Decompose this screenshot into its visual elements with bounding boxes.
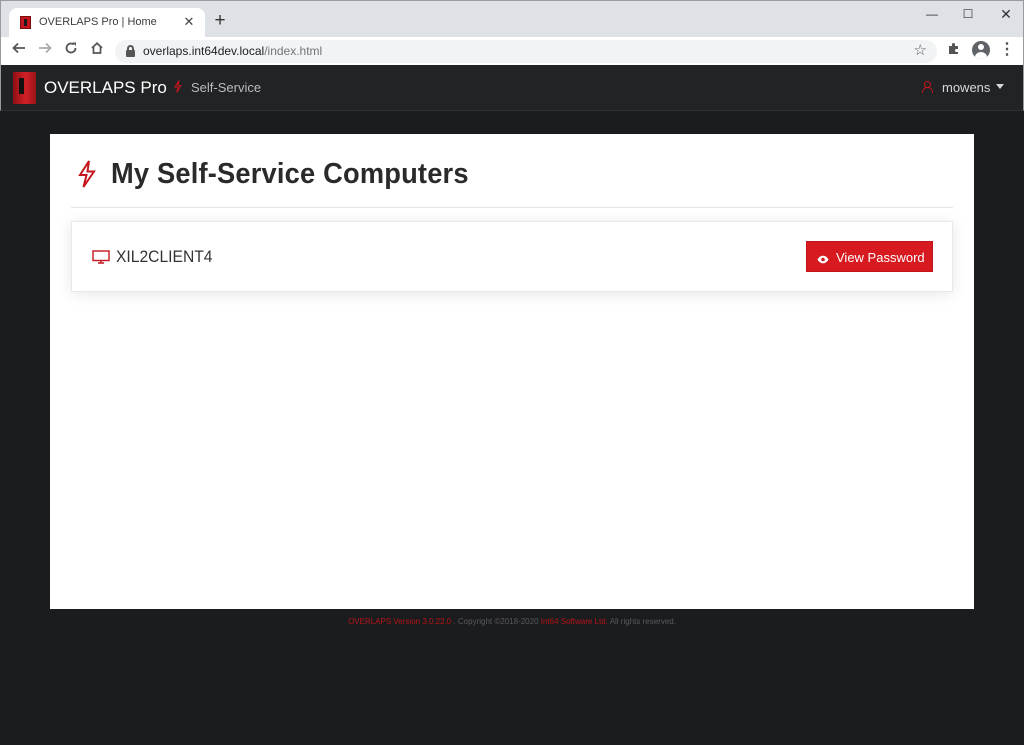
- address-bar[interactable]: overlaps.int64dev.local/index.html ☆: [115, 40, 937, 63]
- bolt-icon: [174, 80, 182, 96]
- favicon-icon: [20, 16, 31, 29]
- view-password-label: View Password: [836, 250, 925, 265]
- extensions-icon[interactable]: [945, 41, 963, 59]
- page-title: My Self-Service Computers: [111, 158, 469, 190]
- tab-title: OVERLAPS Pro | Home: [39, 16, 157, 28]
- new-tab-button[interactable]: +: [210, 11, 230, 31]
- copyright-text: . Copyright ©2018-2020: [451, 617, 541, 626]
- tab-strip: OVERLAPS Pro | Home ✕ + — ☐ ✕: [1, 1, 1023, 37]
- minimize-button[interactable]: —: [920, 5, 944, 23]
- brand-name[interactable]: OVERLAPS Pro: [44, 78, 167, 98]
- computer-list-item: XIL2CLIENT4 View Password: [71, 221, 953, 292]
- monitor-icon: [92, 250, 110, 264]
- footer: OVERLAPS Version 3.0.22.0 . Copyright ©2…: [0, 617, 1024, 626]
- star-icon[interactable]: ☆: [914, 41, 927, 59]
- back-arrow-icon[interactable]: [8, 40, 30, 62]
- menu-icon[interactable]: ⋮: [999, 41, 1015, 59]
- url-text: overlaps.int64dev.local/index.html: [143, 44, 323, 58]
- version-text: OVERLAPS Version 3.0.22.0: [348, 617, 452, 626]
- user-icon: [921, 81, 933, 93]
- tab-close-icon[interactable]: ✕: [181, 14, 197, 30]
- home-icon[interactable]: [86, 40, 108, 62]
- browser-toolbar: overlaps.int64dev.local/index.html ☆: [1, 37, 1023, 66]
- browser-tab[interactable]: OVERLAPS Pro | Home ✕: [9, 8, 205, 37]
- company-link[interactable]: Int64 Software Ltd.: [541, 617, 608, 626]
- rights-text: All rights reserved.: [607, 617, 676, 626]
- divider: [71, 207, 953, 208]
- nav-link-self-service[interactable]: Self-Service: [191, 80, 261, 95]
- lock-icon: [126, 45, 135, 57]
- view-password-button[interactable]: View Password: [806, 241, 933, 272]
- reload-icon[interactable]: [60, 40, 82, 62]
- close-window-button[interactable]: ✕: [994, 5, 1018, 23]
- browser-chrome: OVERLAPS Pro | Home ✕ + — ☐ ✕ overlaps.i…: [0, 0, 1024, 66]
- chevron-down-icon[interactable]: [996, 84, 1004, 89]
- forward-arrow-icon[interactable]: [34, 40, 56, 62]
- main-card: My Self-Service Computers XIL2CLIENT4 Vi…: [50, 134, 974, 609]
- computer-name: XIL2CLIENT4: [116, 247, 213, 266]
- overlaps-logo[interactable]: [13, 72, 36, 104]
- maximize-button[interactable]: ☐: [956, 5, 980, 23]
- eye-icon: [817, 252, 829, 264]
- app-navbar: OVERLAPS Pro Self-Service mowens: [0, 65, 1024, 111]
- user-menu[interactable]: mowens: [942, 80, 990, 95]
- bolt-icon: [77, 160, 97, 188]
- profile-icon[interactable]: [972, 41, 990, 59]
